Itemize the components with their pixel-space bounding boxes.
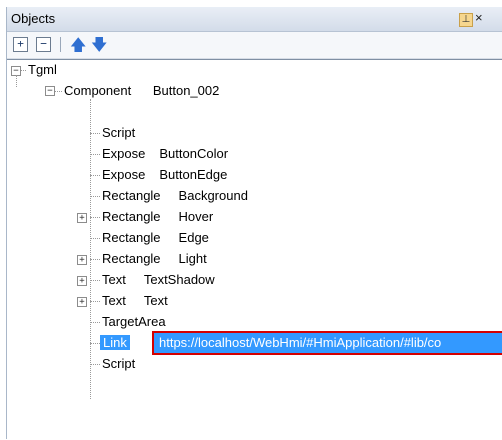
- objects-panel: Objects ⊥ × + − 🡅 🡇 − Tgml − Component B…: [6, 7, 502, 439]
- close-icon[interactable]: ×: [475, 10, 483, 25]
- link-url-highlight[interactable]: https://localhost/WebHmi/#HmiApplication…: [152, 331, 502, 355]
- panel-titlebar: Objects ⊥ ×: [7, 7, 502, 32]
- tree-node-rectangle[interactable]: Rectangle Light: [102, 249, 207, 269]
- expand-toggle[interactable]: +: [77, 276, 87, 286]
- arrow-up-icon[interactable]: 🡅: [70, 34, 86, 61]
- tree-node-rectangle[interactable]: Rectangle Background: [102, 186, 248, 206]
- tree-node-component[interactable]: Component Button_002: [64, 81, 219, 101]
- tree-node-rectangle[interactable]: Rectangle Edge: [102, 228, 209, 248]
- toolbar-separator: [60, 37, 61, 52]
- collapse-all-button[interactable]: −: [36, 37, 51, 52]
- expand-toggle[interactable]: +: [77, 255, 87, 265]
- expand-all-button[interactable]: +: [13, 37, 28, 52]
- expand-toggle[interactable]: +: [77, 297, 87, 307]
- tree-node-text[interactable]: Text Text: [102, 291, 168, 311]
- tree-node-script[interactable]: Script: [102, 123, 135, 143]
- tree-node-root[interactable]: Tgml: [28, 60, 57, 80]
- tree-node-rectangle[interactable]: Rectangle Hover: [102, 207, 213, 227]
- pin-icon[interactable]: ⊥: [459, 13, 473, 27]
- collapse-toggle[interactable]: −: [45, 86, 55, 96]
- tree-node-targetarea[interactable]: TargetArea: [102, 312, 166, 332]
- link-label-selected: Link: [100, 335, 130, 350]
- tree-node-expose[interactable]: Expose ButtonColor: [102, 144, 228, 164]
- panel-title: Objects: [11, 11, 56, 26]
- tree-node-link[interactable]: Link: [100, 333, 130, 353]
- expand-toggle[interactable]: +: [77, 213, 87, 223]
- tree-node-script[interactable]: Script: [102, 354, 135, 374]
- toolbar: + − 🡅 🡇: [7, 32, 502, 59]
- arrow-down-icon[interactable]: 🡇: [91, 34, 107, 61]
- object-tree: − Tgml − Component Button_002 Script Exp…: [7, 59, 502, 440]
- tree-node-expose[interactable]: Expose ButtonEdge: [102, 165, 227, 185]
- tree-node-text[interactable]: Text TextShadow: [102, 270, 215, 290]
